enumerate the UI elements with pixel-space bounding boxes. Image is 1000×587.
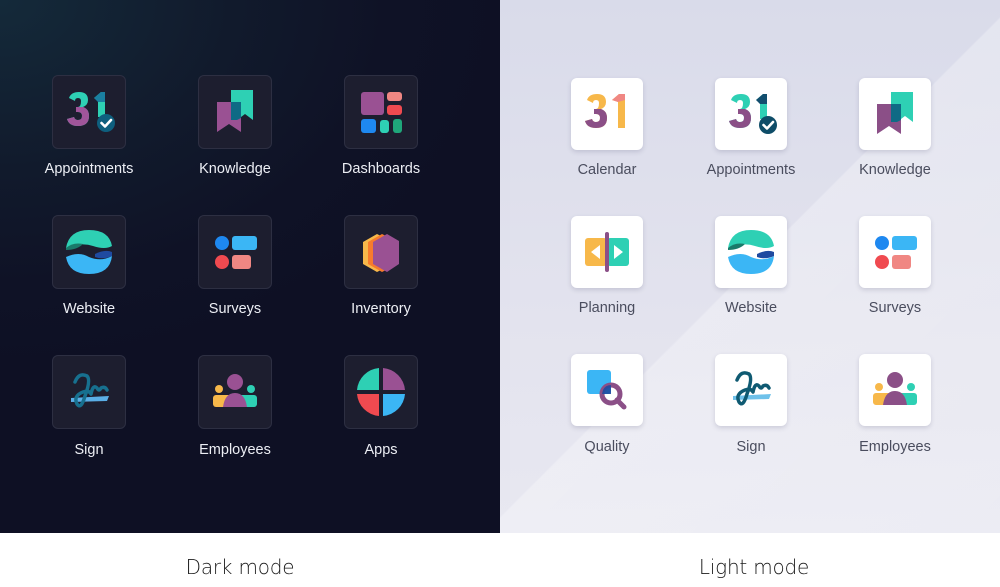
employees-icon: [213, 374, 257, 407]
app-label: Dashboards: [341, 161, 421, 177]
app-tile[interactable]: [198, 75, 272, 149]
surveys-icon: [215, 236, 257, 269]
app-label: Inventory: [351, 301, 411, 317]
app-label: Appointments: [44, 161, 134, 177]
app-label: Quality: [584, 439, 630, 455]
app-label: Surveys: [868, 300, 922, 316]
app-tile[interactable]: [52, 355, 126, 429]
app-tile[interactable]: [715, 78, 787, 150]
app-tile[interactable]: [571, 78, 643, 150]
app-tile[interactable]: [52, 215, 126, 289]
app-tile[interactable]: [715, 354, 787, 426]
app-tile[interactable]: [859, 354, 931, 426]
inventory-icon: [363, 234, 399, 272]
website-icon: [728, 230, 774, 274]
app-tile[interactable]: [859, 78, 931, 150]
app-tile[interactable]: [344, 355, 418, 429]
light-mode-caption: Light mode: [698, 555, 810, 579]
app-label: Calendar: [577, 162, 637, 178]
app-label: Sign: [74, 442, 104, 458]
light-mode-panel: Calendar Appointments Knowledge Planning…: [500, 0, 1000, 533]
appointments-icon: [67, 92, 115, 132]
surveys-icon: [875, 236, 917, 269]
app-label: Employees: [859, 439, 931, 455]
knowledge-icon: [217, 90, 253, 132]
app-tile[interactable]: [198, 355, 272, 429]
knowledge-icon: [877, 92, 913, 134]
app-label: Website: [724, 300, 778, 316]
calendar-icon: [585, 94, 625, 128]
planning-icon: [585, 232, 629, 272]
sign-icon: [733, 371, 771, 406]
app-tile[interactable]: [198, 215, 272, 289]
app-label: Knowledge: [199, 161, 271, 177]
app-label: Knowledge: [859, 162, 931, 178]
dark-mode-caption: Dark mode: [185, 555, 295, 579]
app-label: Website: [62, 301, 116, 317]
app-label: Surveys: [208, 301, 262, 317]
appointments-icon: [729, 94, 777, 134]
app-label: Employees: [199, 442, 271, 458]
app-tile[interactable]: [571, 354, 643, 426]
app-tile[interactable]: [859, 216, 931, 288]
employees-icon: [873, 372, 917, 405]
website-icon: [66, 230, 112, 274]
app-label: Apps: [364, 442, 398, 458]
dashboards-icon: [361, 92, 402, 133]
sign-icon: [71, 373, 109, 408]
apps-icon: [357, 368, 405, 416]
app-label: Appointments: [706, 162, 796, 178]
dark-mode-panel: Appointments Knowledge Dashboards Websit…: [0, 0, 500, 533]
app-label: Sign: [736, 439, 766, 455]
app-tile[interactable]: [715, 216, 787, 288]
quality-icon: [587, 370, 627, 410]
app-tile[interactable]: [344, 215, 418, 289]
app-tile[interactable]: [571, 216, 643, 288]
app-label: Planning: [578, 300, 636, 316]
app-tile[interactable]: [344, 75, 418, 149]
app-tile[interactable]: [52, 75, 126, 149]
